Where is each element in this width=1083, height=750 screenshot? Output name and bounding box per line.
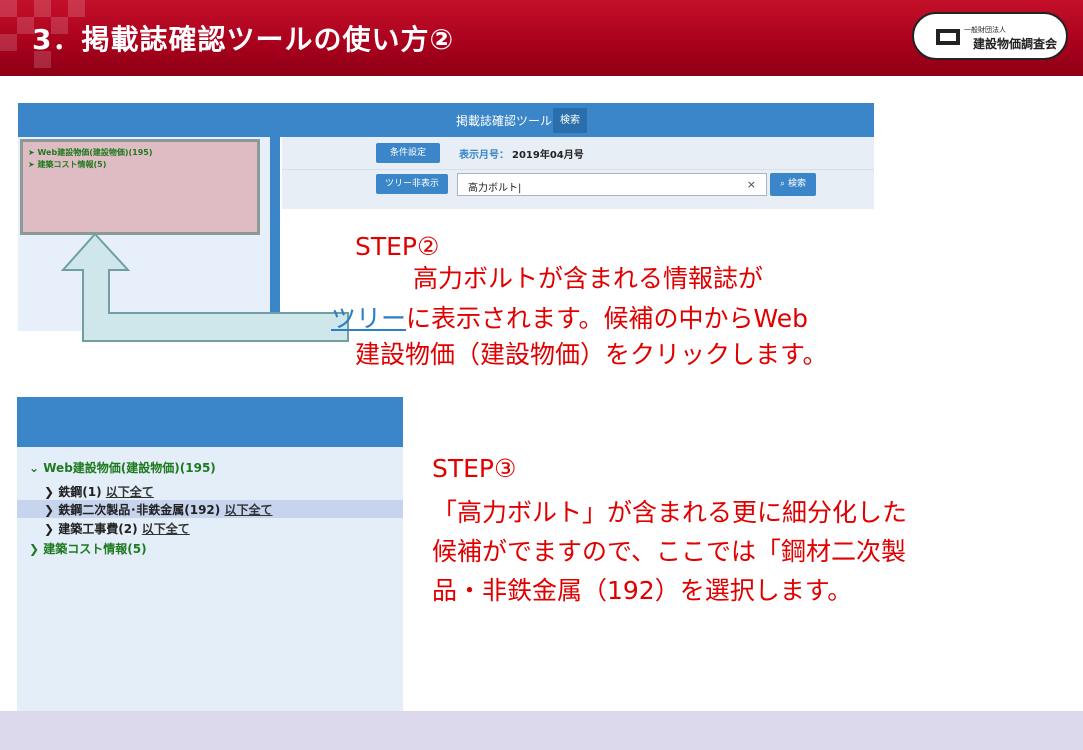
chevron-right-icon: ❯: [29, 542, 40, 556]
slide-footer-band: [0, 711, 1083, 750]
logo-mark-icon: [936, 29, 960, 45]
step3-heading: STEP③: [432, 454, 517, 483]
pointer-arrow-icon: [60, 232, 349, 342]
tree-item-tekko[interactable]: ❯ 鉄鋼(1) 以下全て: [44, 483, 154, 500]
step2-heading: STEP②: [355, 232, 440, 261]
tree-item-kouzai-niji-seihin[interactable]: ❯ 鉄鋼二次製品･非鉄金属(192) 以下全て: [44, 501, 272, 518]
logo-name: 建設物価調査会: [973, 37, 1058, 51]
tree-item-kenchiku-kouji[interactable]: ❯ 建築工事費(2) 以下全て: [44, 520, 190, 537]
step2-line2: ツリーに表示されます。候補の中からWeb: [331, 304, 809, 333]
tool-screenshot-2: ⌄ Web建設物価(建設物価)(195) ❯ 鉄鋼(1) 以下全て ❯ 鉄鋼二次…: [17, 397, 403, 727]
row-divider: [282, 169, 874, 170]
select-all-link[interactable]: 以下全て: [224, 503, 272, 517]
step3-line1: 「高力ボルト」が含まれる更に細分化した: [432, 498, 908, 527]
tree-item-kenchiku-cost[interactable]: ➤ 建築コスト情報(5): [28, 159, 106, 170]
search-button[interactable]: ⌕ 検索: [770, 173, 816, 196]
chevron-right-icon: ❯: [44, 522, 55, 536]
organization-logo: 一般財団法人 建設物価調査会: [912, 12, 1068, 60]
tool-title: 掲載誌確認ツール: [456, 114, 553, 128]
tool-header-bar: 掲載誌確認ツール 検索: [18, 103, 874, 137]
search-conditions-panel: 条件設定 表示月号： 2019年04月号 ツリー非表示 高力ボルト| × ⌕ 検…: [282, 137, 874, 209]
tree-item-web-kensetsu-bukka[interactable]: ➤ Web建設物価(建設物価)(195): [28, 147, 153, 158]
tree-header-bar: [17, 397, 403, 447]
condition-settings-button[interactable]: 条件設定: [376, 143, 440, 163]
chevron-right-icon: ❯: [44, 485, 55, 499]
select-all-link[interactable]: 以下全て: [106, 485, 154, 499]
slide-title: 3．掲載誌確認ツールの使い方②: [32, 23, 455, 56]
chevron-right-icon: ❯: [44, 503, 55, 517]
chevron-down-icon: ⌄: [29, 461, 40, 475]
search-input-value: 高力ボルト|: [468, 183, 522, 194]
display-month-value: 2019年04月号: [512, 150, 584, 161]
tree-hide-button[interactable]: ツリー非表示: [376, 174, 448, 194]
search-tab[interactable]: 検索: [553, 108, 587, 133]
step3-line2: 候補がでますので、ここでは「鋼材二次製: [432, 537, 907, 566]
tree-root-web-kensetsu-bukka[interactable]: ⌄ Web建設物価(建設物価)(195): [29, 459, 216, 476]
step2-line3: 建設物価（建設物価）をクリックします。: [355, 340, 828, 369]
search-icon: ⌕: [780, 179, 786, 189]
tree-item-kenchiku-cost[interactable]: ❯ 建築コスト情報(5): [29, 540, 147, 557]
step3-line3: 品・非鉄金属（192）を選択します。: [432, 576, 853, 605]
clear-icon[interactable]: ×: [747, 178, 756, 191]
logo-small-text: 一般財団法人: [964, 26, 1006, 34]
tree-link-text: ツリー: [331, 304, 407, 333]
display-month-label: 表示月号：: [459, 150, 509, 161]
select-all-link[interactable]: 以下全て: [142, 522, 190, 536]
step2-line1: 高力ボルトが含まれる情報誌が: [413, 264, 764, 293]
tree-panel-highlighted: ➤ Web建設物価(建設物価)(195) ➤ 建築コスト情報(5): [20, 139, 260, 235]
slide-header: 3．掲載誌確認ツールの使い方② 一般財団法人 建設物価調査会: [0, 0, 1083, 76]
search-input[interactable]: 高力ボルト| ×: [457, 173, 767, 196]
